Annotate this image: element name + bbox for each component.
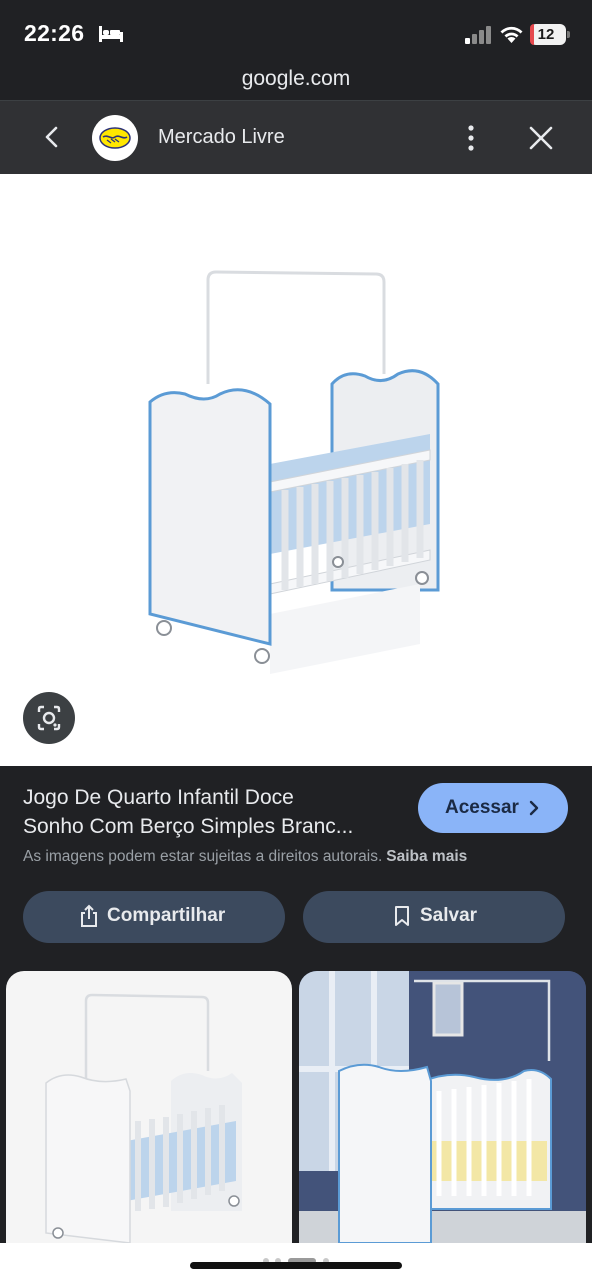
related-image-2[interactable] xyxy=(299,971,586,1243)
crib-thumbnail xyxy=(45,993,242,1243)
wifi-icon xyxy=(500,26,523,43)
related-image-1[interactable] xyxy=(6,971,292,1243)
chevron-right-icon xyxy=(529,800,539,816)
google-lens-button[interactable] xyxy=(23,692,75,744)
home-bar-area xyxy=(0,1243,592,1280)
url-bar[interactable]: google.com xyxy=(0,62,592,100)
cellular-signal-icon xyxy=(465,26,491,44)
share-button[interactable]: Compartilhar xyxy=(23,891,285,943)
result-title-line-1: Jogo De Quarto Infantil Doce xyxy=(23,786,294,809)
result-info-panel: Jogo De Quarto Infantil Doce Sonho Com B… xyxy=(0,766,592,971)
more-vert-icon[interactable] xyxy=(458,123,484,153)
visit-button[interactable]: Acessar xyxy=(418,783,568,833)
save-button[interactable]: Salvar xyxy=(303,891,565,943)
result-header: Mercado Livre xyxy=(0,100,592,174)
back-arrow-icon[interactable] xyxy=(36,121,68,153)
battery-cap xyxy=(567,31,570,38)
copyright-text: As imagens podem estar sujeitas a direit… xyxy=(23,848,383,865)
status-time: 22:26 xyxy=(24,20,85,46)
share-icon xyxy=(81,904,97,927)
copyright-notice: As imagens podem estar sujeitas a direit… xyxy=(23,848,467,866)
lens-camera-icon xyxy=(37,705,61,731)
mercado-livre-logo[interactable] xyxy=(92,115,138,161)
home-indicator[interactable] xyxy=(190,1262,402,1269)
close-icon[interactable] xyxy=(526,123,556,153)
url-text: google.com xyxy=(241,67,351,90)
nursery-room-thumbnail xyxy=(299,971,586,1243)
battery-indicator: 12 xyxy=(530,24,566,45)
result-title[interactable]: Jogo De Quarto Infantil Doce Sonho Com B… xyxy=(23,783,403,841)
status-bar: 22:26 12 xyxy=(0,0,592,62)
result-title-line-2: Sonho Com Berço Simples Branc... xyxy=(23,815,354,838)
handshake-logo-icon xyxy=(99,127,131,149)
save-button-label: Salvar xyxy=(420,905,478,926)
site-name[interactable]: Mercado Livre xyxy=(158,126,285,149)
sleep-mode-icon xyxy=(99,26,123,42)
share-button-label: Compartilhar xyxy=(107,905,226,926)
bookmark-icon xyxy=(395,906,409,926)
learn-more-link[interactable]: Saiba mais xyxy=(386,848,467,865)
product-image[interactable] xyxy=(0,174,592,766)
battery-level-text: 12 xyxy=(537,26,555,43)
crib-image xyxy=(148,270,440,674)
visit-button-label: Acessar xyxy=(445,797,519,818)
